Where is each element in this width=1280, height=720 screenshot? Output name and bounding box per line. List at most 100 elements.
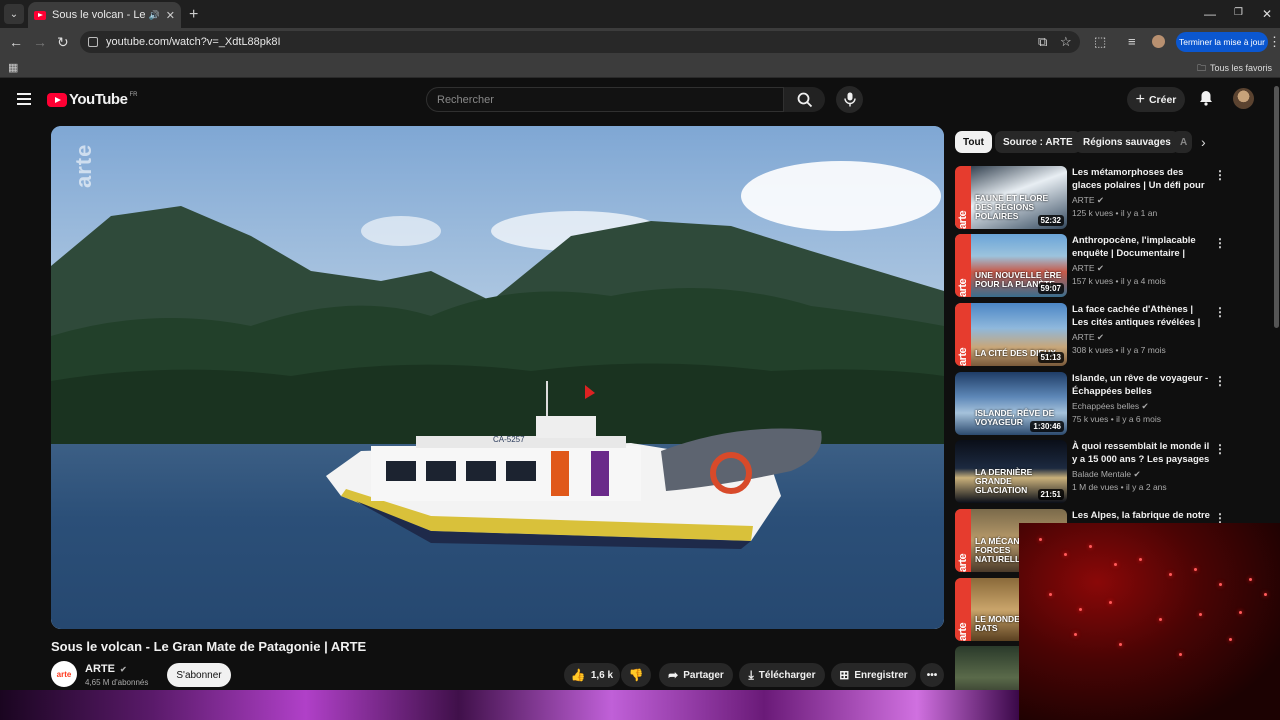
recommendation-channel[interactable]: ARTE ✔: [1072, 332, 1104, 343]
create-button[interactable]: + Créer: [1127, 87, 1185, 112]
site-info-icon[interactable]: [88, 37, 98, 47]
new-tab-icon[interactable]: +: [189, 6, 198, 24]
duration-badge: 52:32: [1037, 215, 1064, 226]
fairy-light: [1109, 601, 1112, 604]
more-vert-icon[interactable]: ⋮: [1214, 442, 1226, 456]
search-button[interactable]: [784, 87, 825, 112]
minimize-icon[interactable]: —: [1204, 7, 1216, 21]
download-button[interactable]: ⤓ Télécharger: [739, 663, 825, 687]
share-label: Partager: [683, 669, 724, 681]
apps-grid-icon[interactable]: ▦: [8, 61, 18, 74]
screen: ⌄ Sous le volcan - Le Gran Ma 🔊 ✕ + — ❐ …: [0, 0, 1280, 720]
recommendation-channel[interactable]: Balade Mentale ✔: [1072, 469, 1141, 480]
recommendation-title[interactable]: Les métamorphoses des glaces polaires | …: [1072, 166, 1212, 193]
channel-name[interactable]: ARTE ✔: [85, 663, 127, 675]
recommendation-channel[interactable]: ARTE ✔: [1072, 263, 1104, 274]
extensions-icon[interactable]: ⬚: [1094, 34, 1106, 50]
more-vert-icon[interactable]: ⋮: [1214, 236, 1226, 250]
fairy-light: [1179, 653, 1182, 656]
all-bookmarks[interactable]: 🗀 Tous les favoris: [1197, 61, 1272, 77]
chip-tout[interactable]: Tout: [955, 131, 992, 153]
recommendation-meta: 75 k vues • il y a 6 mois: [1072, 414, 1161, 424]
share-button[interactable]: ➦ Partager: [659, 663, 733, 687]
chip-regions-sauvages[interactable]: Régions sauvages: [1075, 131, 1179, 153]
view-count: 1 M de vues: [1072, 482, 1119, 492]
recommendation-title[interactable]: Islande, un rêve de voyageur - Échappées…: [1072, 372, 1212, 398]
search-input[interactable]: Rechercher: [426, 87, 784, 112]
recommendation-title[interactable]: La face cachée d'Athènes | Les cités ant…: [1072, 303, 1212, 330]
recommendation-meta: 1 M de vues • il y a 2 ans: [1072, 482, 1167, 492]
browser-tab-active[interactable]: Sous le volcan - Le Gran Ma 🔊 ✕: [28, 2, 181, 28]
video-player[interactable]: CA-5257 arte: [51, 126, 944, 629]
browser-menu-icon[interactable]: ⋮: [1268, 34, 1280, 50]
webcam-overlay: [1019, 523, 1280, 720]
recommendation-item[interactable]: Islande, rêve de voyageur 1:30:46 Islande,…: [955, 372, 1275, 436]
forward-icon[interactable]: →: [33, 34, 47, 50]
address-bar[interactable]: youtube.com/watch?v=_XdtL88pk8I: [80, 31, 1080, 53]
more-vert-icon[interactable]: ⋮: [1214, 374, 1226, 388]
video-thumbnail[interactable]: Islande, rêve de voyageur 1:30:46: [955, 372, 1067, 435]
close-tab-icon[interactable]: ✕: [166, 9, 175, 22]
speaker-icon[interactable]: 🔊: [149, 10, 160, 21]
notifications-bell-icon[interactable]: [1199, 90, 1213, 109]
save-button[interactable]: ⊞ Enregistrer: [831, 663, 916, 687]
reading-list-icon[interactable]: ≡: [1128, 34, 1136, 49]
subscribe-button[interactable]: S'abonner: [167, 663, 231, 687]
recommendation-channel[interactable]: Echappées belles ✔: [1072, 401, 1149, 412]
cast-icon[interactable]: ⧉: [1038, 34, 1047, 50]
video-thumbnail[interactable]: La dernière grande glaciation 21:51: [955, 440, 1067, 503]
download-icon: ⤓: [748, 667, 754, 682]
more-actions-button[interactable]: •••: [920, 663, 944, 687]
view-count: 157 k vues: [1072, 276, 1114, 286]
video-thumbnail[interactable]: arte La cité des dieux 51:13: [955, 303, 1067, 366]
recommendation-item[interactable]: arte Faune et flore des régions polaires 5…: [955, 166, 1275, 230]
recommendation-title[interactable]: Anthropocène, l'implacable enquête | Doc…: [1072, 234, 1212, 261]
more-vert-icon[interactable]: ⋮: [1214, 305, 1226, 319]
duration-badge: 21:51: [1037, 489, 1064, 500]
video-thumbnail[interactable]: arte Faune et flore des régions polaires 5…: [955, 166, 1067, 229]
recommendation-title[interactable]: Les Alpes, la fabrique de notre: [1072, 509, 1212, 522]
like-button[interactable]: 👍 1,6 k: [564, 663, 620, 687]
chevron-right-icon[interactable]: ›: [1201, 134, 1206, 150]
fairy-light: [1219, 583, 1222, 586]
channel-avatar[interactable]: arte: [51, 661, 77, 687]
window-close-icon[interactable]: ✕: [1262, 7, 1272, 21]
account-avatar[interactable]: [1233, 88, 1254, 109]
recommendation-item[interactable]: arte Une nouvelle ère pour la planète 59:0…: [955, 234, 1275, 298]
chip-next[interactable]: A: [1172, 131, 1192, 153]
thumbs-down-icon: 👎: [628, 668, 644, 682]
upload-age: il y a 7 mois: [1120, 345, 1166, 355]
back-icon[interactable]: ←: [9, 34, 23, 50]
bookmark-star-icon[interactable]: ☆: [1060, 34, 1072, 50]
voice-search-button[interactable]: [836, 86, 863, 113]
recommendation-item[interactable]: La dernière grande glaciation 21:51 À quoi…: [955, 440, 1275, 504]
hamburger-menu-icon[interactable]: [17, 93, 31, 108]
fairy-light: [1239, 611, 1242, 614]
fairy-light: [1169, 573, 1172, 576]
folder-icon: 🗀: [1196, 63, 1206, 73]
upload-age: il y a 6 mois: [1116, 414, 1161, 424]
verified-check-icon: ✔: [1096, 195, 1105, 205]
fairy-light: [1049, 593, 1052, 596]
dislike-button[interactable]: 👎: [621, 663, 651, 687]
recommendation-title[interactable]: À quoi ressemblait le monde il y a 15 00…: [1072, 440, 1212, 467]
maximize-icon[interactable]: ❐: [1234, 7, 1243, 18]
scrollbar[interactable]: [1274, 86, 1279, 328]
video-thumbnail[interactable]: arte Une nouvelle ère pour la planète 59:0…: [955, 234, 1067, 297]
youtube-header: YouTube FR Rechercher + Créer: [0, 79, 1280, 121]
recommendation-item[interactable]: arte La cité des dieux 51:13 La face cachée…: [955, 303, 1275, 367]
recommendation-channel[interactable]: ARTE ✔: [1072, 195, 1104, 206]
fairy-light: [1264, 593, 1267, 596]
duration-badge: 51:13: [1037, 352, 1064, 363]
youtube-logo[interactable]: YouTube FR: [47, 91, 137, 108]
profile-avatar[interactable]: [1152, 35, 1165, 48]
arte-badge-icon: arte: [955, 166, 971, 229]
all-bookmarks-label: Tous les favoris: [1209, 63, 1272, 73]
chip-source-arte[interactable]: Source : ARTE: [995, 131, 1081, 153]
reload-icon[interactable]: ↻: [57, 34, 69, 51]
more-vert-icon[interactable]: ⋮: [1214, 168, 1226, 182]
fairy-light: [1079, 608, 1082, 611]
update-button[interactable]: Terminer la mise à jour: [1176, 32, 1268, 52]
search-icon: [797, 92, 812, 107]
tab-search-button[interactable]: ⌄: [4, 4, 24, 24]
